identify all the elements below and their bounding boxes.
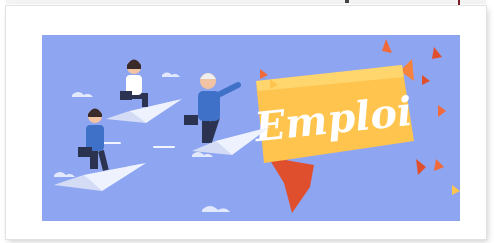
top-border <box>6 0 486 4</box>
illustration-canvas: Emploi <box>42 35 460 221</box>
edge-mark <box>345 0 349 3</box>
emploi-illustration: Emploi <box>42 35 460 225</box>
